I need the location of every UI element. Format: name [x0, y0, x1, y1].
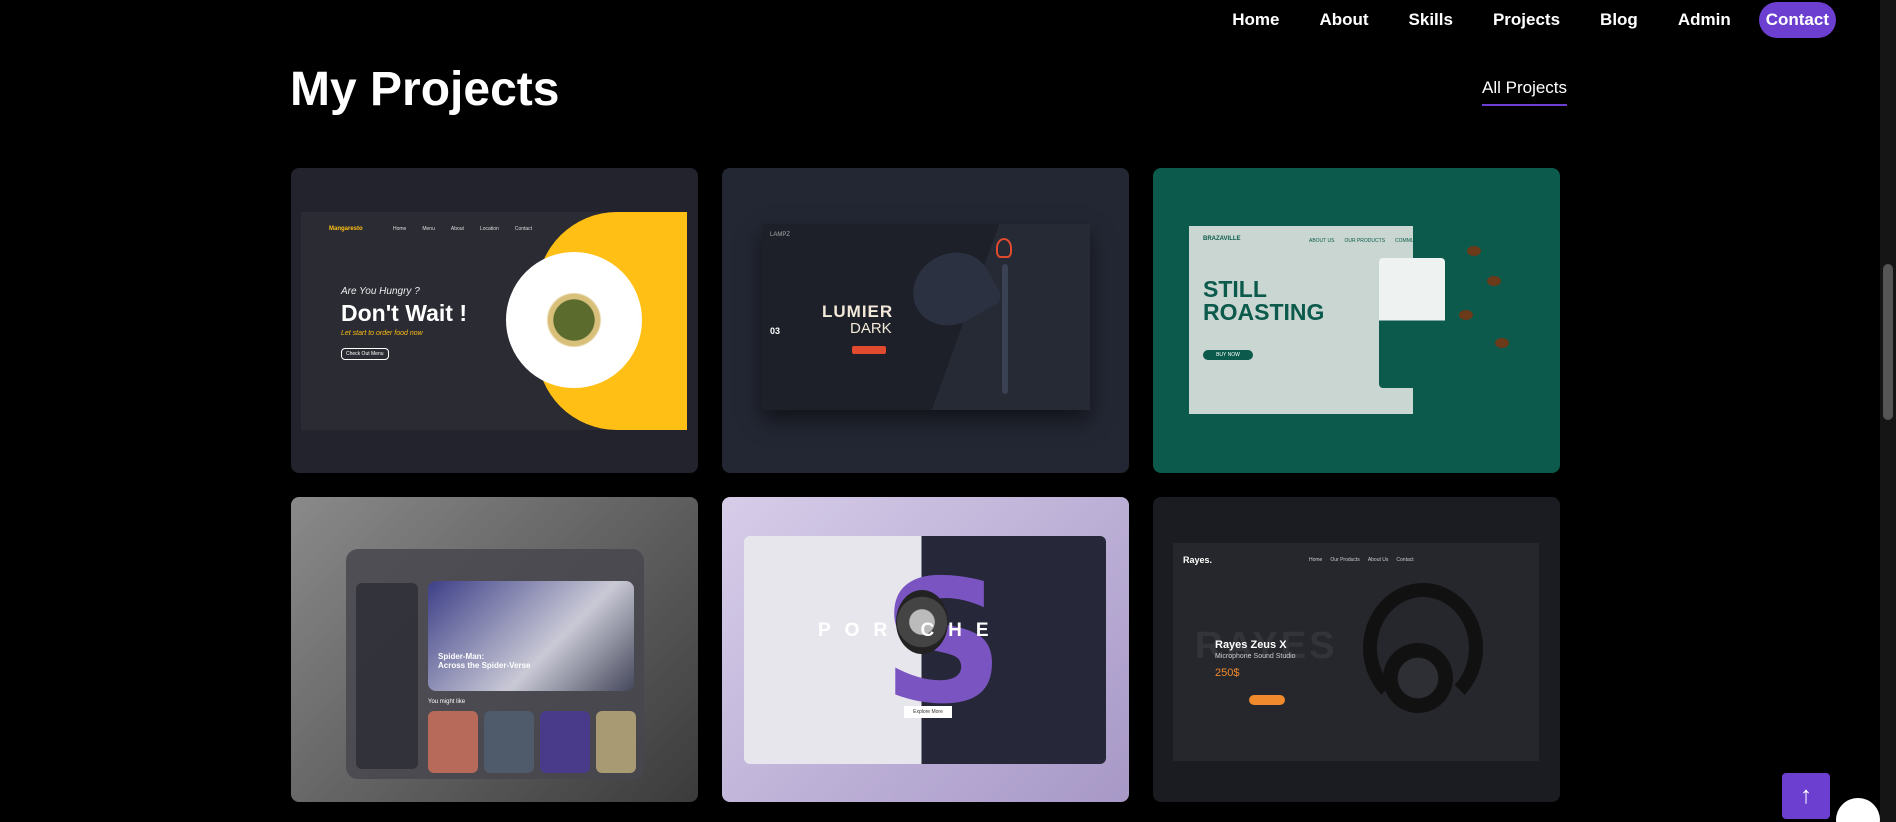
preview-link: CONTACT US [1435, 238, 1468, 244]
slide-number: 03 [770, 326, 781, 336]
headline-line: ROASTING [1203, 299, 1325, 325]
project-card-streaming[interactable]: Spider-Man: Across the Spider-Verse You … [291, 497, 698, 802]
project-card-headphones[interactable]: Rayes. Home Our Products About Us Contac… [1153, 497, 1560, 802]
preview-headline: Spider-Man: Across the Spider-Verse [438, 652, 531, 671]
preview-subheadline: Microphone Sound Studio [1215, 653, 1296, 660]
lamp-pole [1002, 264, 1008, 394]
big-s-letter: S [882, 544, 1005, 742]
project-card-lamp[interactable]: LAMPZ LUMIER DARK 03 [722, 168, 1129, 473]
preview-button [1249, 695, 1285, 705]
preview-link: About [450, 226, 464, 232]
coffee-bean-icon [1487, 276, 1501, 286]
project-preview: Mangaresto Home Menu About Location Cont… [301, 212, 687, 430]
preview-link: Menu [422, 226, 435, 232]
preview-links: ABOUT US OUR PRODUCTS COMMUNITY CONTACT … [1309, 238, 1468, 244]
preview-subheadline: DARK [850, 320, 892, 337]
nav-about[interactable]: About [1299, 10, 1388, 30]
hero-poster-image [428, 581, 634, 691]
preview-headline: Don't Wait ! [341, 300, 467, 326]
project-preview: S POR CHE Explore More [744, 536, 1106, 764]
project-preview: Rayes. Home Our Products About Us Contac… [1173, 543, 1539, 761]
project-card-coffee[interactable]: BRAZAVILLE ABOUT US OUR PRODUCTS COMMUNI… [1153, 168, 1560, 473]
food-plate-image [506, 252, 642, 388]
preview-logo: Rayes. [1183, 555, 1213, 565]
preview-logo: Mangaresto [329, 226, 363, 232]
project-card-restaurant[interactable]: Mangaresto Home Menu About Location Cont… [291, 168, 698, 473]
headline-line: Spider-Man: [438, 652, 485, 661]
coffee-bean-icon [1467, 246, 1481, 256]
project-preview: LAMPZ LUMIER DARK 03 [762, 224, 1090, 410]
project-preview: Spider-Man: Across the Spider-Verse You … [346, 549, 644, 779]
nav-projects[interactable]: Projects [1473, 10, 1580, 30]
preview-headline: LUMIER [822, 302, 894, 321]
coffee-bean-icon [1495, 338, 1509, 348]
headline-line: Across the Spider-Verse [438, 660, 531, 670]
movie-thumbnail [540, 711, 590, 773]
nav-skills[interactable]: Skills [1389, 10, 1473, 30]
preview-link: Contact [1396, 557, 1414, 563]
preview-link: COMMUNITY [1395, 238, 1426, 244]
preview-link: ABOUT US [1309, 238, 1335, 244]
preview-headline: STILL ROASTING [1203, 278, 1324, 324]
preview-links: Home Our Products About Us Contact [1309, 557, 1414, 563]
preview-sidebar [356, 583, 418, 769]
preview-button: Check Out Menu [341, 348, 389, 360]
preview-subline: Let start to order food now [341, 330, 423, 337]
arrow-up-icon: ↑ [1800, 782, 1812, 809]
preview-logo: BRAZAVILLE [1203, 236, 1241, 242]
project-preview: BRAZAVILLE ABOUT US OUR PRODUCTS COMMUNI… [1189, 226, 1525, 414]
preview-link: Home [393, 226, 407, 232]
nav-blog[interactable]: Blog [1580, 10, 1658, 30]
movie-thumbnail [596, 711, 636, 773]
movie-thumbnail [484, 711, 534, 773]
projects-grid: Mangaresto Home Menu About Location Cont… [291, 168, 1560, 802]
scrollbar-thumb[interactable] [1883, 264, 1893, 420]
preview-link: Contact [514, 226, 533, 232]
project-card-watch[interactable]: S POR CHE Explore More [722, 497, 1129, 802]
preview-link: OUR PRODUCTS [1344, 238, 1386, 244]
lamp-image [899, 238, 1005, 340]
nav-admin[interactable]: Admin [1658, 10, 1751, 30]
nav-home[interactable]: Home [1212, 10, 1299, 30]
page-scrollbar[interactable] [1880, 0, 1896, 822]
preview-kicker: Are You Hungry ? [341, 286, 420, 297]
preview-link: About Us [1367, 557, 1389, 563]
coffee-bag-image [1379, 258, 1445, 388]
coffee-bean-icon [1459, 310, 1473, 320]
lamp-ring [996, 238, 1012, 258]
preview-button: BUY NOW [1203, 350, 1253, 360]
preview-logo: LAMPZ [770, 232, 791, 238]
preview-headline: Rayes Zeus X [1215, 639, 1287, 651]
preview-link: Location [479, 226, 499, 232]
preview-link: Our Products [1330, 557, 1360, 563]
preview-headline: POR CHE [818, 620, 1003, 641]
section-title: My Projects [290, 63, 560, 116]
all-projects-link[interactable]: All Projects [1482, 78, 1568, 106]
section-label: You might like [428, 699, 466, 705]
brain-icon[interactable] [1836, 798, 1880, 822]
preview-link: Home [1309, 557, 1323, 563]
movie-thumbnail [428, 711, 478, 773]
preview-price: 250$ [1215, 667, 1240, 679]
nav-contact-button[interactable]: Contact [1758, 2, 1836, 38]
top-nav: Home About Skills Projects Blog Admin Co… [1212, 0, 1836, 40]
scroll-to-top-button[interactable]: ↑ [1782, 773, 1830, 819]
preview-links: Home Menu About Location Contact [393, 226, 532, 232]
preview-button [852, 346, 886, 354]
preview-button: Explore More [904, 706, 952, 718]
headphones-cup-image [1383, 643, 1453, 713]
